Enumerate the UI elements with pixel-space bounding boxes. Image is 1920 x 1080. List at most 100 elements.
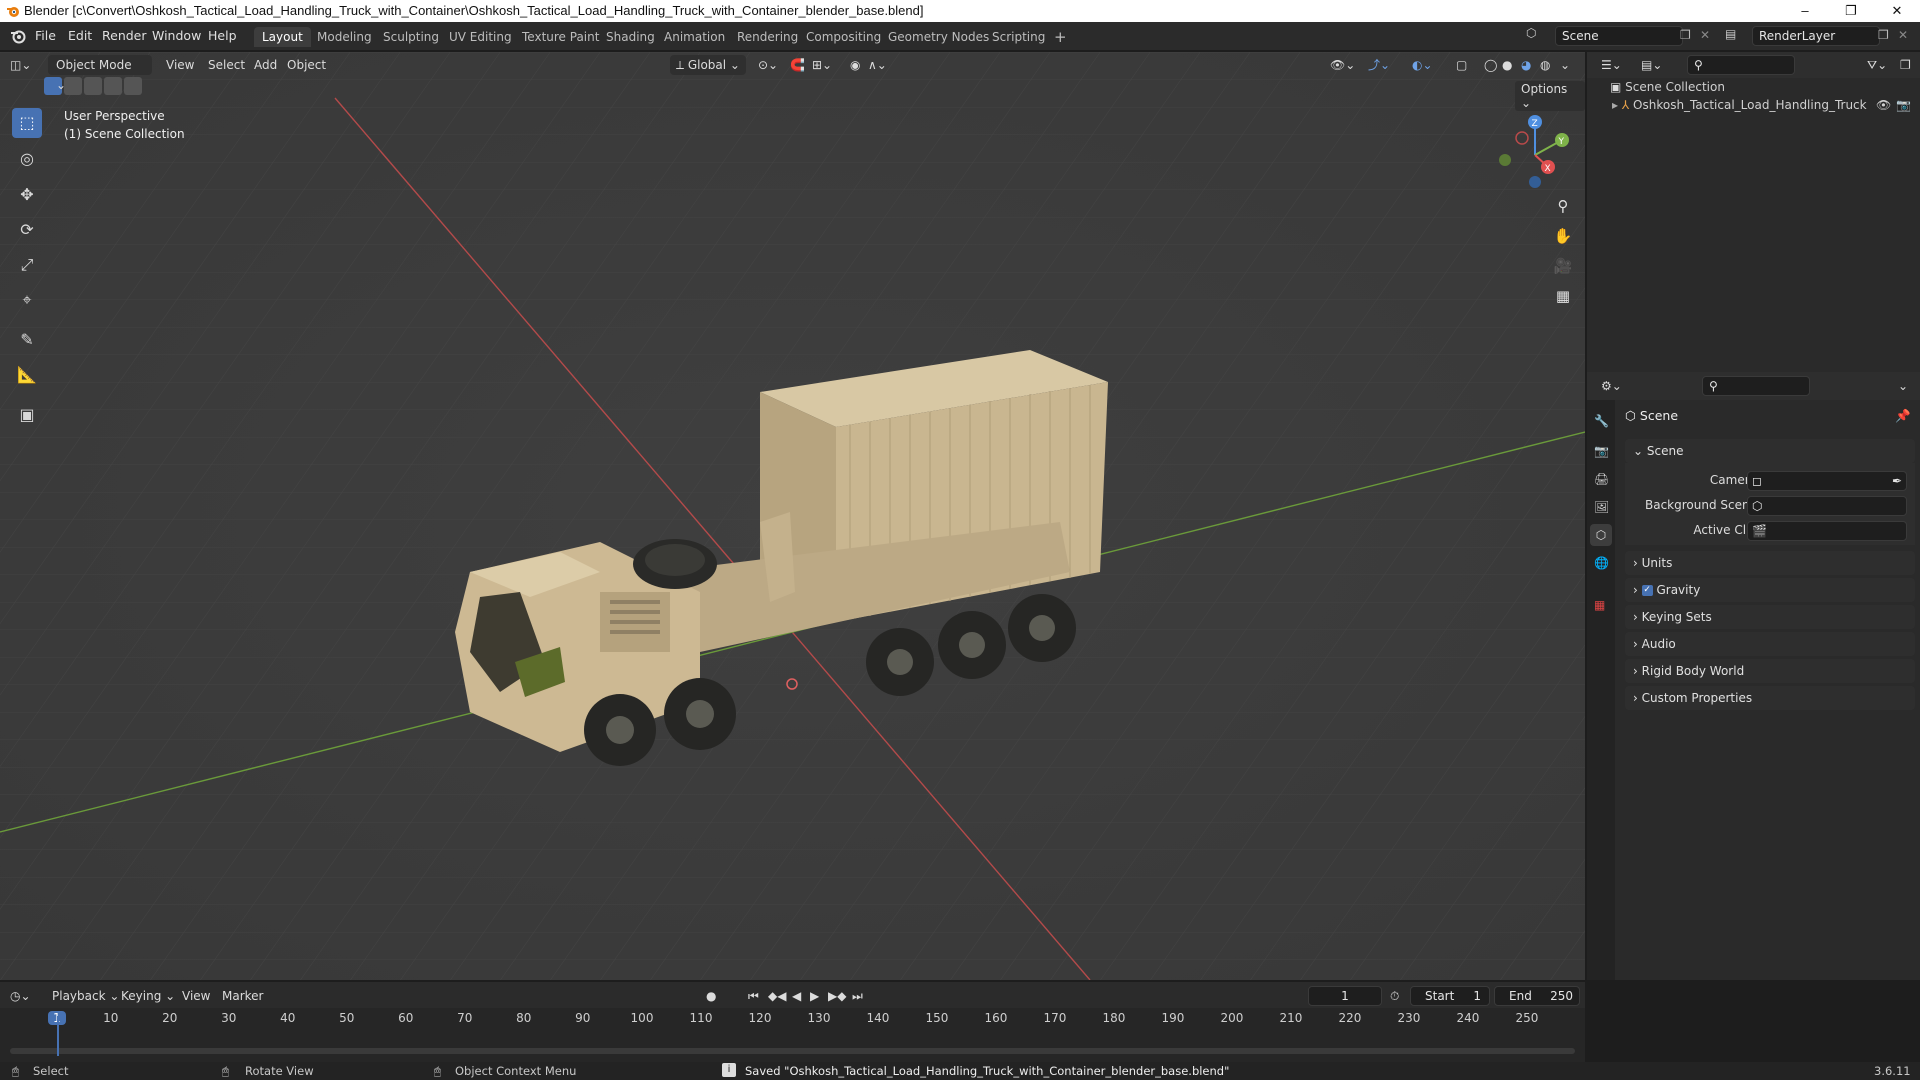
select-subtract-icon[interactable] [84,77,102,95]
jump-next-keyframe-icon[interactable]: ▶◆ [828,986,846,1006]
transform-tool-icon[interactable]: ⌖ [12,285,42,315]
object-mode-dropdown[interactable]: Object Mode ⌄ [48,55,152,92]
move-tool-icon[interactable]: ✥ [12,180,42,210]
add-workspace-button[interactable]: + [1046,27,1075,47]
end-frame-field[interactable]: End 250 [1494,986,1580,1006]
gravity-checkbox[interactable]: ✓ [1641,585,1653,596]
gizmo-toggle-icon[interactable]: ⤴⌄ [1368,55,1390,75]
wireframe-shading-icon[interactable]: ◯ [1484,55,1497,75]
xray-toggle-icon[interactable]: ▢ [1456,55,1467,75]
timeline-scrollbar[interactable] [10,1048,1575,1054]
visibility-eye-icon[interactable]: 👁 [1876,98,1891,112]
audio-panel-header[interactable]: › Audio [1625,632,1915,656]
eyedropper-icon[interactable]: ✒ [1892,472,1902,490]
output-tab-icon[interactable]: 🖨 [1594,472,1609,486]
select-box-tool-icon[interactable]: ⬚ [12,108,42,138]
transform-orientation-dropdown[interactable]: ⟂ Global ⌄ [670,55,746,75]
view-layer-new-icon[interactable]: ❐ [1878,28,1889,42]
new-collection-icon[interactable]: ❐ [1900,55,1911,75]
scene-name-field[interactable]: Scene [1555,26,1683,46]
shading-options-icon[interactable]: ⌄ [1560,55,1570,75]
tab-rendering[interactable]: Rendering [729,27,806,47]
3d-viewport[interactable]: User Perspective (1) Scene Collection Z … [0,52,1585,980]
view-layer-icon[interactable]: ▤ [1725,27,1736,41]
timeline-menu-view[interactable]: View [182,986,210,1006]
menu-render[interactable]: Render [96,27,153,45]
measure-tool-icon[interactable]: 📐 [12,360,42,390]
tab-layout[interactable]: Layout [254,27,311,47]
start-frame-field[interactable]: Start 1 [1410,986,1490,1006]
timeline-menu-marker[interactable]: Marker [222,986,263,1006]
preview-range-icon[interactable]: ⏱ [1390,986,1399,1006]
viewport-menu-select[interactable]: Select [208,55,245,75]
viewport-menu-view[interactable]: View [166,55,194,75]
editor-type-icon[interactable]: ◫⌄ [10,55,40,75]
units-panel-header[interactable]: › Units [1625,551,1915,575]
annotate-tool-icon[interactable]: ✎ [12,325,42,355]
tab-shading[interactable]: Shading [598,27,663,47]
record-keyframe-icon[interactable]: ● [706,986,716,1006]
rigid-body-world-panel-header[interactable]: › Rigid Body World [1625,659,1915,683]
select-invert-icon[interactable] [104,77,122,95]
maximize-button[interactable]: ❐ [1828,0,1874,22]
blender-menu-icon[interactable] [10,28,26,44]
material-shading-icon[interactable]: ◕ [1521,55,1531,75]
jump-start-icon[interactable]: ⏮ [748,986,759,1006]
pin-icon[interactable]: 📌 [1895,408,1911,424]
tab-geometry-nodes[interactable]: Geometry Nodes [880,27,997,47]
outliner-search-input[interactable]: ⚲ [1687,55,1795,75]
view-layer-remove-icon[interactable]: ✕ [1898,28,1908,42]
expand-arrow-icon[interactable]: ▸ [1612,98,1618,112]
tool-tab-icon[interactable]: 🔧 [1594,414,1609,428]
pivot-point-icon[interactable]: ⊙⌄ [758,55,778,75]
jump-end-icon[interactable]: ⏭ [852,986,863,1006]
tab-modeling[interactable]: Modeling [309,27,380,47]
options-dropdown[interactable]: Options ⌄ [1515,81,1585,111]
solid-shading-icon[interactable]: ● [1502,55,1512,75]
tab-compositing[interactable]: Compositing [798,27,889,47]
minimize-button[interactable]: – [1782,0,1828,22]
outliner-editor-type-icon[interactable]: ☰⌄ [1601,55,1622,75]
scene-icon[interactable]: ⬡ [1526,26,1544,46]
view-layer-tab-icon[interactable]: 🖼 [1594,500,1609,514]
select-extend-icon[interactable] [64,77,82,95]
scene-tab-icon[interactable]: ⬡ [1590,524,1612,546]
add-cube-tool-icon[interactable]: ▣ [12,400,42,430]
current-frame-field[interactable]: 1 [1308,986,1382,1006]
visibility-icon[interactable]: 👁⌄ [1330,55,1355,75]
scene-new-icon[interactable]: ❐ [1680,28,1691,42]
camera-view-icon[interactable]: 🎥 [1550,253,1576,279]
playhead-line[interactable] [57,1016,59,1056]
overlay-toggle-icon[interactable]: ◐⌄ [1412,55,1433,75]
zoom-view-icon[interactable]: ⚲ [1550,193,1576,219]
background-scene-field[interactable]: ⬡ [1747,496,1907,516]
camera-field[interactable]: ◻ ✒ [1747,471,1907,491]
scene-remove-icon[interactable]: ✕ [1700,28,1710,42]
rotate-tool-icon[interactable]: ⟳ [12,215,42,245]
snap-target-icon[interactable]: ⊞⌄ [812,55,832,75]
menu-help[interactable]: Help [202,27,243,45]
select-intersect-icon[interactable] [124,77,142,95]
viewport-menu-object[interactable]: Object [287,55,326,75]
render-tab-icon[interactable]: 📷 [1594,444,1609,458]
gravity-panel-header[interactable]: › ✓ Gravity [1625,578,1915,602]
scene-panel-header[interactable]: ⌄ Scene [1625,439,1915,463]
timeline-menu-playback[interactable]: Playback ⌄ [52,986,119,1006]
render-camera-icon[interactable]: 📷 [1896,98,1911,112]
close-window-button[interactable]: ✕ [1874,0,1920,22]
rendered-shading-icon[interactable]: ◍ [1540,55,1550,75]
texture-tab-icon[interactable]: ▦ [1594,598,1605,612]
snap-icon[interactable]: 🧲 [790,55,805,75]
tab-texture-paint[interactable]: Texture Paint [514,27,607,47]
viewport-menu-add[interactable]: Add [254,55,277,75]
world-tab-icon[interactable]: 🌐 [1594,556,1609,570]
orthographic-toggle-icon[interactable]: ▦ [1550,283,1576,309]
falloff-icon[interactable]: ∧⌄ [868,55,887,75]
navigation-gizmo[interactable]: Z Y X [1490,110,1570,190]
outliner-filter-icon[interactable]: ⛛⌄ [1867,55,1887,75]
tab-scripting[interactable]: Scripting [984,27,1053,47]
tab-sculpting[interactable]: Sculpting [375,27,447,47]
scene-collection-row[interactable]: ▣ Scene Collection [1610,80,1725,94]
cursor-tool-icon[interactable]: ◎ [12,144,42,174]
menu-window[interactable]: Window [146,27,207,45]
